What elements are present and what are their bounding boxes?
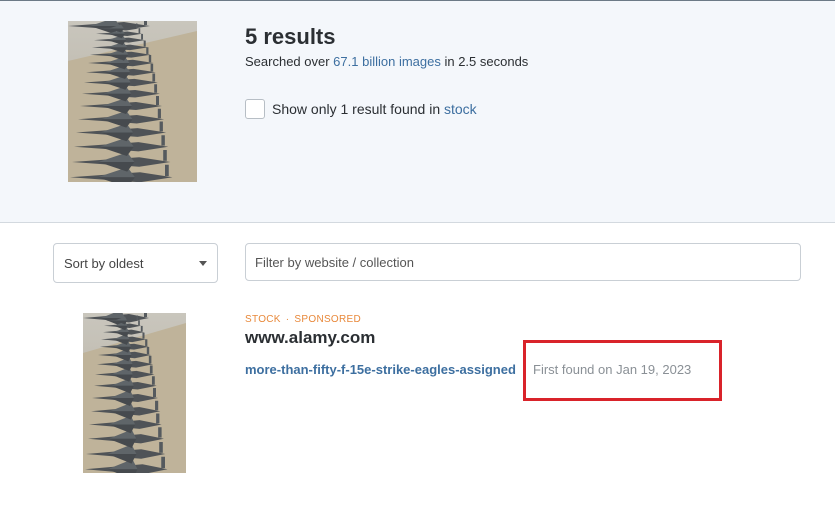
tag-separator: ·: [285, 314, 290, 325]
fighter-jets-photo-icon: [68, 21, 197, 182]
sort-dropdown[interactable]: Sort by oldest: [53, 243, 218, 283]
search-stats-prefix: Searched over: [245, 54, 334, 69]
chevron-down-icon: [199, 261, 207, 266]
result-link[interactable]: more-than-fifty-f-15e-strike-eagles-assi…: [245, 362, 521, 377]
stock-only-text: Show only 1 result found in: [272, 101, 444, 117]
highlight-annotation-box: [523, 340, 722, 401]
result-thumbnail[interactable]: [83, 313, 186, 473]
indexed-images-count: 67.1 billion images: [333, 54, 441, 69]
sponsored-tag: SPONSORED: [294, 314, 362, 325]
query-image: [68, 21, 197, 182]
result-domain[interactable]: www.alamy.com: [245, 328, 375, 348]
fighter-jets-photo-icon: [83, 313, 186, 473]
search-stats: Searched over 67.1 billion images in 2.5…: [245, 54, 528, 69]
search-summary-panel: 5 results Searched over 67.1 billion ima…: [0, 1, 835, 223]
stock-only-checkbox[interactable]: [245, 99, 265, 119]
search-stats-suffix: in 2.5 seconds: [440, 54, 529, 69]
stock-link[interactable]: stock: [444, 101, 477, 117]
results-count: 5 results: [245, 24, 336, 49]
result-tags: STOCK · SPONSORED: [245, 314, 361, 325]
stock-tag: STOCK: [245, 314, 281, 325]
filter-website-input[interactable]: [245, 243, 801, 281]
sort-dropdown-label: Sort by oldest: [64, 256, 144, 271]
stock-only-label: Show only 1 result found in stock: [272, 101, 477, 117]
